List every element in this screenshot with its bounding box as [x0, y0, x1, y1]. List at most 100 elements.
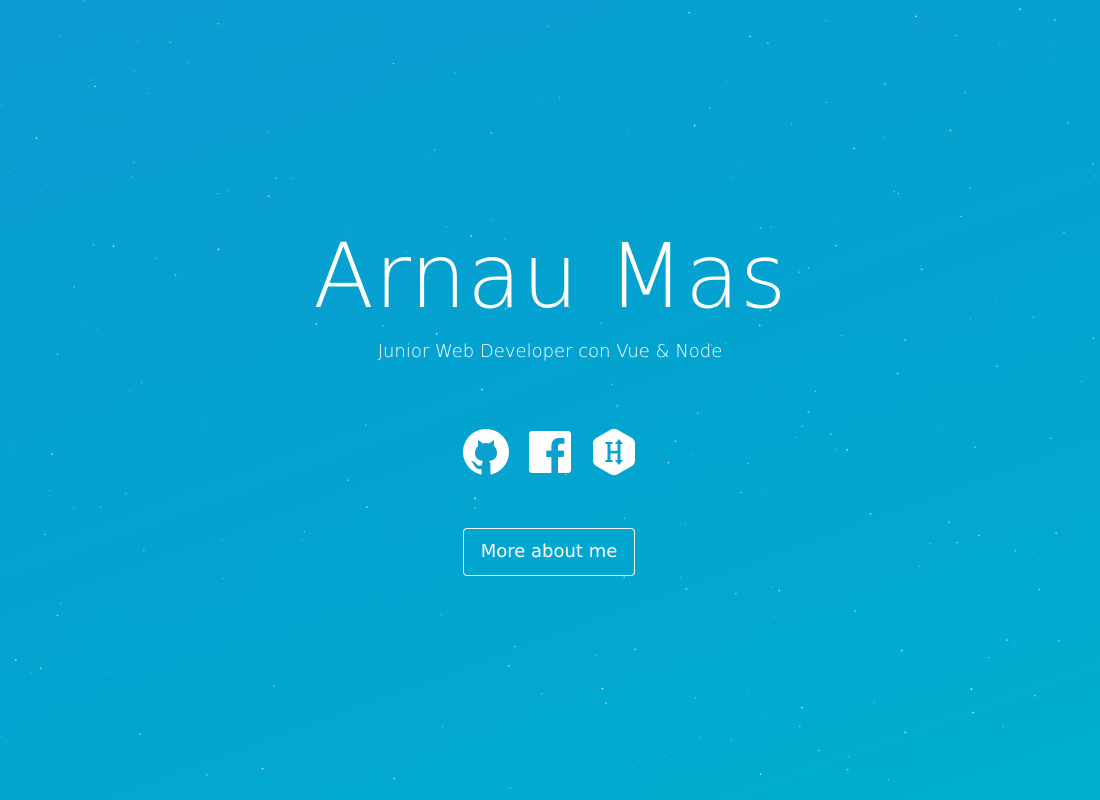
star-dot — [956, 541, 958, 544]
star-dot — [595, 654, 597, 656]
star-dot — [275, 177, 277, 180]
star-dot — [743, 160, 745, 162]
star-dot — [347, 479, 349, 481]
star-dot — [133, 70, 135, 72]
star-dot — [709, 107, 711, 109]
facebook-link[interactable] — [526, 428, 574, 476]
star-dot — [94, 85, 96, 88]
star-dot — [693, 124, 696, 127]
star-dot — [801, 706, 803, 709]
star-dot — [896, 372, 899, 375]
star-dot — [9, 172, 11, 174]
star-dot — [227, 189, 229, 192]
star-dot — [365, 506, 368, 509]
star-dot — [825, 20, 827, 22]
star-dot — [125, 492, 127, 495]
star-dot — [1092, 337, 1095, 339]
star-dot — [639, 760, 641, 762]
star-dot — [740, 491, 742, 494]
star-dot — [791, 123, 793, 125]
star-dot — [697, 412, 699, 414]
star-dot — [1054, 19, 1056, 21]
star-dot — [49, 490, 51, 492]
star-dot — [730, 738, 732, 741]
star-dot — [187, 61, 189, 64]
star-dot — [1095, 175, 1097, 177]
star-dot — [142, 549, 145, 552]
star-dot — [616, 404, 619, 407]
star-dot — [846, 768, 849, 771]
social-links — [0, 428, 1100, 476]
star-dot — [559, 97, 561, 99]
star-dot — [89, 79, 91, 81]
star-dot — [0, 736, 1, 738]
star-dot — [748, 689, 750, 691]
star-dot — [825, 101, 827, 103]
star-dot — [490, 132, 493, 134]
star-dot — [222, 577, 224, 579]
star-dot — [35, 137, 38, 139]
star-dot — [929, 543, 931, 545]
star-dot — [760, 489, 762, 490]
github-link[interactable] — [462, 428, 510, 476]
star-dot — [148, 93, 150, 95]
star-dot — [30, 672, 32, 673]
star-dot — [795, 718, 797, 720]
star-dot — [72, 507, 75, 509]
star-dot — [1091, 163, 1094, 166]
star-dot — [1014, 645, 1016, 647]
star-dot — [684, 523, 686, 525]
star-dot — [807, 411, 810, 413]
star-dot — [1002, 726, 1004, 728]
star-dot — [1067, 122, 1069, 124]
star-dot — [685, 588, 688, 590]
star-dot — [540, 692, 543, 695]
star-dot — [772, 586, 774, 588]
star-dot — [130, 176, 133, 178]
hackerrank-link[interactable] — [590, 428, 638, 476]
star-dot — [918, 565, 920, 568]
star-dot — [39, 667, 42, 670]
star-dot — [915, 15, 917, 18]
star-dot — [761, 717, 763, 719]
star-dot — [206, 774, 208, 776]
star-dot — [137, 41, 139, 43]
star-dot — [970, 688, 973, 690]
star-dot — [854, 610, 856, 612]
star-dot — [694, 696, 697, 699]
star-dot — [999, 43, 1001, 45]
star-dot — [82, 0, 85, 3]
star-dot — [900, 649, 903, 652]
star-dot — [1038, 588, 1041, 591]
star-dot — [509, 787, 512, 789]
hackerrank-icon — [593, 428, 635, 476]
star-dot — [292, 177, 294, 179]
star-dot — [139, 733, 141, 735]
star-dot — [623, 576, 625, 579]
star-dot — [56, 614, 59, 617]
star-dot — [798, 725, 801, 728]
star-dot — [665, 756, 666, 758]
star-dot — [217, 23, 219, 25]
star-dot — [108, 671, 111, 673]
star-dot — [840, 335, 842, 337]
star-dot — [221, 539, 223, 541]
star-dot — [847, 755, 850, 758]
subtitle: Junior Web Developer con Vue & Node — [377, 341, 723, 362]
star-dot — [221, 25, 223, 27]
star-dot — [610, 383, 613, 386]
star-dot — [873, 701, 875, 703]
star-dot — [734, 592, 737, 595]
star-dot — [605, 702, 607, 705]
star-dot — [454, 72, 456, 74]
star-dot — [960, 215, 962, 218]
star-dot — [801, 701, 803, 703]
star-dot — [441, 725, 444, 728]
star-dot — [392, 62, 395, 64]
star-dot — [679, 576, 681, 578]
more-about-me-button[interactable]: More about me — [463, 528, 635, 576]
star-dot — [0, 104, 2, 107]
star-dot — [853, 147, 856, 150]
star-dot — [46, 185, 48, 186]
star-dot — [444, 502, 446, 504]
